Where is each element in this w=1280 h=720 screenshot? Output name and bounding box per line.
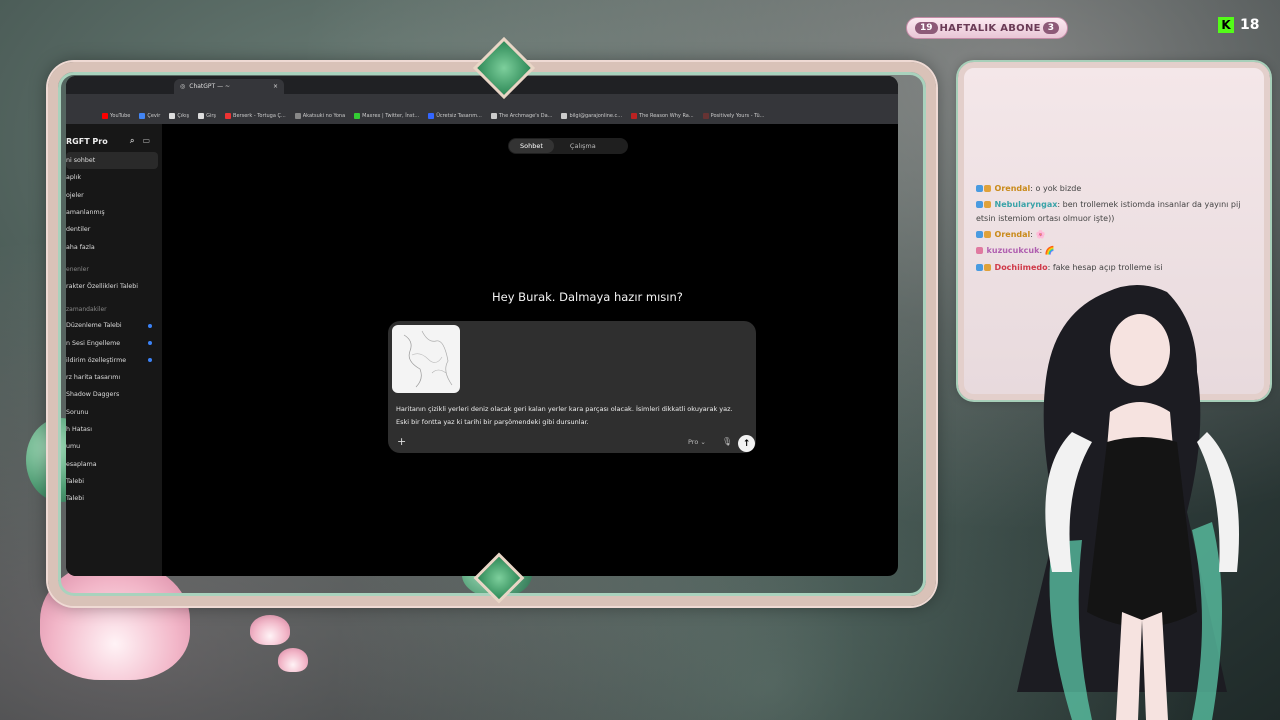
chat-message: Dochiimedo: fake hesap açıp trolleme isi: [976, 263, 1163, 272]
subscriber-goal-label: HAFTALIK ABONE: [939, 22, 1041, 34]
emote-icon: 🌈: [1044, 246, 1055, 255]
chat-message: kuzucukcuk: 🌈: [976, 246, 1055, 255]
kick-count: 18: [1240, 17, 1260, 33]
chat-message: Orendal: o yok bizde: [976, 184, 1081, 193]
lotus-decoration-small-2: [278, 648, 308, 672]
subscriber-current: 19: [915, 22, 938, 34]
decorative-frame: [48, 62, 936, 606]
lotus-decoration-small: [250, 615, 290, 645]
chat-message-continued: etsin istemiom ortası olmuor işte)): [976, 214, 1115, 223]
subscriber-goal-bar: 19 HAFTALIK ABONE 3: [906, 17, 1068, 39]
chat-message: Orendal: 🌸: [976, 230, 1046, 239]
subscriber-goal-target: 3: [1042, 22, 1059, 34]
vtuber-avatar: [1017, 285, 1239, 720]
chat-message: Nebularyngax: ben trollemek istiomda ins…: [976, 200, 1240, 209]
emote-icon: 🌸: [1035, 230, 1046, 239]
kick-counter: K 18: [1218, 17, 1259, 33]
kick-logo-icon: K: [1218, 17, 1234, 33]
